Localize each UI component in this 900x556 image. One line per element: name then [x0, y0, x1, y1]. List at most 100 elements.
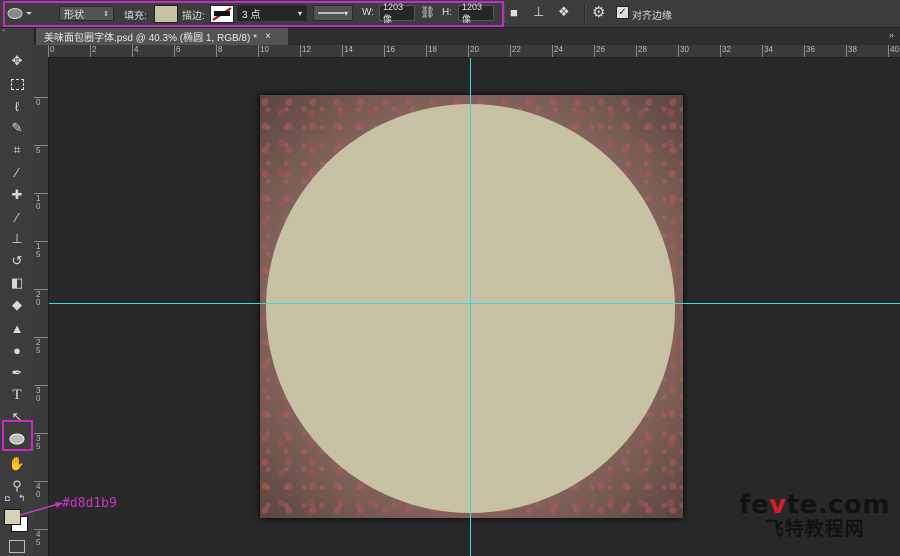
ellipse-tool-icon[interactable]: [7, 430, 27, 448]
watermark-chinese: 飞特教程网: [764, 518, 865, 540]
chevron-down-icon: ▾: [297, 8, 302, 18]
path-select-icon[interactable]: ↖: [7, 408, 27, 426]
stroke-none-icon: [212, 7, 232, 21]
ruler-tick-label: 32: [722, 45, 731, 54]
ruler-tick: [258, 45, 259, 57]
vertical-ruler[interactable]: 0 5 10 15 20 25 30 35 40 45: [34, 57, 49, 556]
tool-preset-picker[interactable]: [6, 6, 32, 21]
width-field[interactable]: 1203 像: [379, 2, 415, 24]
updown-icon: ⇕: [103, 10, 109, 18]
ruler-tick: [888, 45, 889, 57]
move-icon[interactable]: ✥: [7, 52, 27, 70]
ruler-tick-label: 26: [596, 45, 605, 54]
ruler-tick: [552, 45, 553, 57]
eraser-icon[interactable]: ◧: [7, 274, 27, 292]
ruler-tick-label: 6: [176, 45, 181, 54]
ellipse-tool-icon: [7, 8, 32, 19]
panel-collapse-icon[interactable]: «: [2, 28, 32, 34]
width-value: 1203 像: [383, 1, 404, 24]
ruler-tick-label: 0: [36, 98, 41, 107]
ruler-tick: [426, 45, 427, 57]
quick-select-icon[interactable]: ✎: [7, 119, 27, 137]
brush-icon[interactable]: ∕: [7, 208, 27, 226]
ruler-tick: [594, 45, 595, 57]
healing-icon[interactable]: ✚: [7, 186, 27, 204]
ruler-tick-label: 45: [36, 530, 41, 547]
watermark-text: fe: [739, 490, 770, 520]
foreground-color-swatch[interactable]: [4, 509, 21, 525]
ruler-tick-label: 34: [764, 45, 773, 54]
ruler-tick-label: 8: [218, 45, 223, 54]
fill-swatch[interactable]: [154, 5, 178, 23]
width-label: W:: [362, 7, 375, 18]
ruler-tick-label: 28: [638, 45, 647, 54]
ruler-origin[interactable]: [34, 45, 48, 57]
stroke-type-select[interactable]: ▾: [313, 5, 353, 21]
stamp-icon[interactable]: ⊥: [7, 230, 27, 248]
divider: [584, 4, 586, 23]
checkmark-icon: ✓: [618, 7, 627, 18]
bucket-icon[interactable]: ◆: [7, 296, 27, 314]
ruler-tick-label: 12: [302, 45, 311, 54]
gear-icon[interactable]: ⚙: [592, 3, 605, 21]
close-icon[interactable]: ×: [265, 31, 271, 42]
dodge-icon[interactable]: ●: [7, 341, 27, 359]
stroke-width-field[interactable]: 3 点 ▾: [237, 5, 307, 21]
ruler-tick-label: 30: [36, 386, 41, 403]
height-field[interactable]: 1203 像: [458, 2, 494, 24]
ruler-tick-label: 10: [36, 194, 41, 211]
lasso-icon[interactable]: ℓ: [7, 97, 27, 115]
ruler-tick: [342, 45, 343, 57]
path-arrangement-icon[interactable]: ❖: [558, 4, 570, 20]
pen-icon[interactable]: ✒: [7, 364, 27, 382]
blur-icon[interactable]: ▲: [7, 319, 27, 337]
height-label: H:: [442, 7, 452, 18]
chevron-down-icon: ▾: [343, 8, 348, 18]
default-colors-icon[interactable]: ◘: [5, 494, 10, 503]
type-icon[interactable]: T: [7, 386, 27, 404]
ruler-tick: [174, 45, 175, 57]
eyedropper-icon[interactable]: ⁄: [7, 163, 27, 181]
document-tab[interactable]: 美味面包圈字体.psd @ 40.3% (椭圆 1, RGB/8) * ×: [36, 28, 288, 45]
horizontal-guide[interactable]: [49, 303, 900, 304]
document-tab-bar: 美味面包圈字体.psd @ 40.3% (椭圆 1, RGB/8) * × »: [36, 28, 900, 45]
tools-panel: « ✥ ℓ ✎ ⌗ ⁄ ✚ ∕ ⊥ ↺ ◧ ◆ ▲ ● ✒ T ↖ ✋ ⚲ ◘ …: [0, 28, 35, 556]
ruler-tick: [678, 45, 679, 57]
align-edges-checkbox[interactable]: ✓: [616, 6, 629, 19]
ruler-tick: [636, 45, 637, 57]
ruler-tick-label: 0: [50, 45, 55, 54]
crop-icon[interactable]: ⌗: [7, 141, 27, 159]
ruler-tick: [720, 45, 721, 57]
marquee-icon[interactable]: [7, 75, 27, 93]
stroke-label: 描边:: [182, 11, 205, 22]
ruler-tick-label: 30: [680, 45, 689, 54]
ruler-tick-label: 24: [554, 45, 563, 54]
path-operations-icon[interactable]: ■: [510, 5, 518, 20]
ruler-tick-label: 22: [512, 45, 521, 54]
annotation-color-code: #d8d1b9: [62, 496, 117, 511]
quick-mask-icon[interactable]: [9, 540, 25, 553]
vertical-guide[interactable]: [470, 58, 471, 556]
link-icon[interactable]: ⛓: [420, 5, 435, 19]
stroke-swatch[interactable]: [210, 5, 234, 23]
hand-icon[interactable]: ✋: [7, 455, 27, 473]
watermark: fevte.com 飞特教程网: [739, 492, 890, 540]
ruler-tick: [468, 45, 469, 57]
shape-mode-select[interactable]: 形状 ⇕: [59, 6, 114, 21]
ruler-tick: [132, 45, 133, 57]
ruler-tick-label: 20: [470, 45, 479, 54]
document-title: 美味面包圈字体.psd @ 40.3% (椭圆 1, RGB/8) *: [44, 33, 257, 44]
history-brush-icon[interactable]: ↺: [7, 252, 27, 270]
ruler-tick: [762, 45, 763, 57]
horizontal-ruler[interactable]: 0 2 4 6 8 10 12 14 16 18 20 22 24 26 28 30 32 34 36 38 40: [48, 45, 900, 58]
ruler-tick-label: 40: [890, 45, 899, 54]
ruler-tick-label: 25: [36, 338, 41, 355]
stroke-line-icon: [318, 12, 344, 14]
path-alignment-icon[interactable]: ⊥: [533, 4, 544, 20]
panel-menu-icon[interactable]: »: [889, 30, 894, 40]
ruler-tick: [846, 45, 847, 57]
ruler-tick: [384, 45, 385, 57]
ruler-tick: [48, 45, 49, 57]
ruler-tick-label: 18: [428, 45, 437, 54]
ruler-tick: [510, 45, 511, 57]
